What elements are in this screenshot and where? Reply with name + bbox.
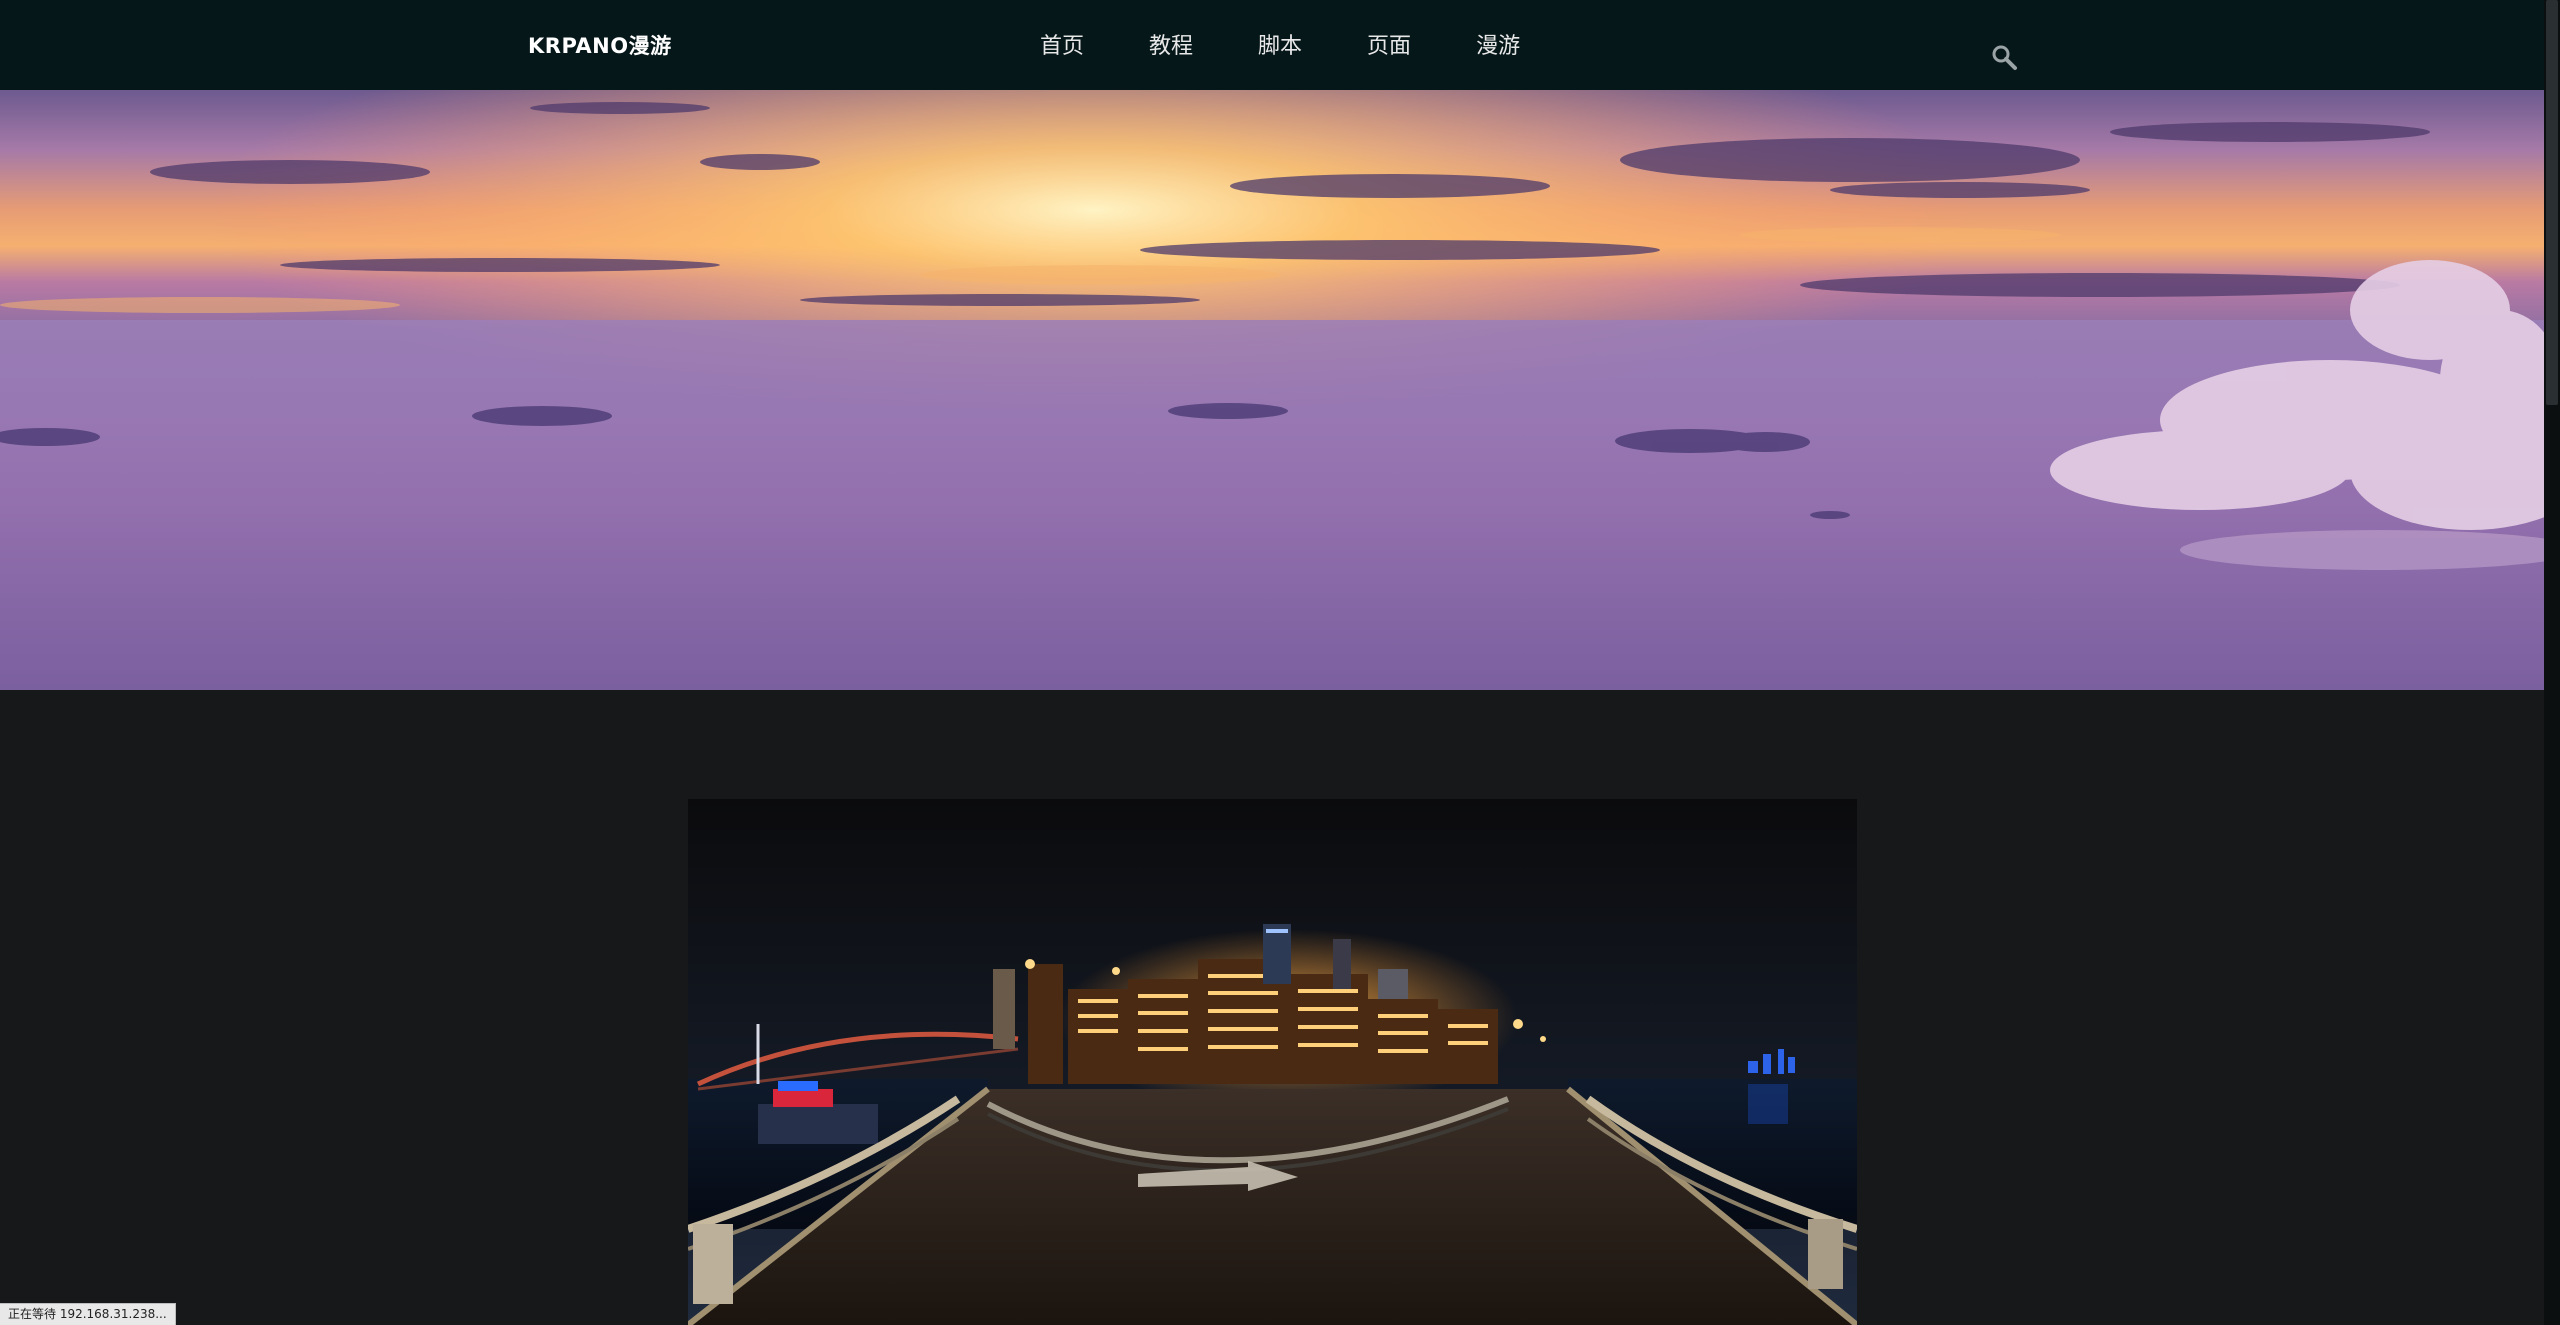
panorama-thumbnail[interactable] xyxy=(688,799,1857,1325)
search-icon xyxy=(1992,45,2017,70)
nav-item-tours[interactable]: 漫游 xyxy=(1476,28,1520,60)
browser-status-bar: 正在等待 192.168.31.238... xyxy=(0,1303,176,1325)
nav-item-tutorials[interactable]: 教程 xyxy=(1149,28,1193,60)
main-nav: 首页 教程 脚本 页面 漫游 xyxy=(1040,28,1585,60)
nav-item-home[interactable]: 首页 xyxy=(1040,28,1084,60)
page: KRPANO漫游 首页 教程 脚本 页面 漫游 正在等待 192.168.31.… xyxy=(0,0,2560,1325)
hero-banner-image xyxy=(0,90,2544,690)
site-header: KRPANO漫游 首页 教程 脚本 页面 漫游 xyxy=(0,0,2544,90)
search-button[interactable] xyxy=(1990,43,2020,73)
scrollbar-thumb[interactable] xyxy=(2546,0,2558,405)
nav-item-scripts[interactable]: 脚本 xyxy=(1258,28,1302,60)
nav-item-pages[interactable]: 页面 xyxy=(1367,28,1411,60)
site-logo[interactable]: KRPANO漫游 xyxy=(528,30,672,60)
